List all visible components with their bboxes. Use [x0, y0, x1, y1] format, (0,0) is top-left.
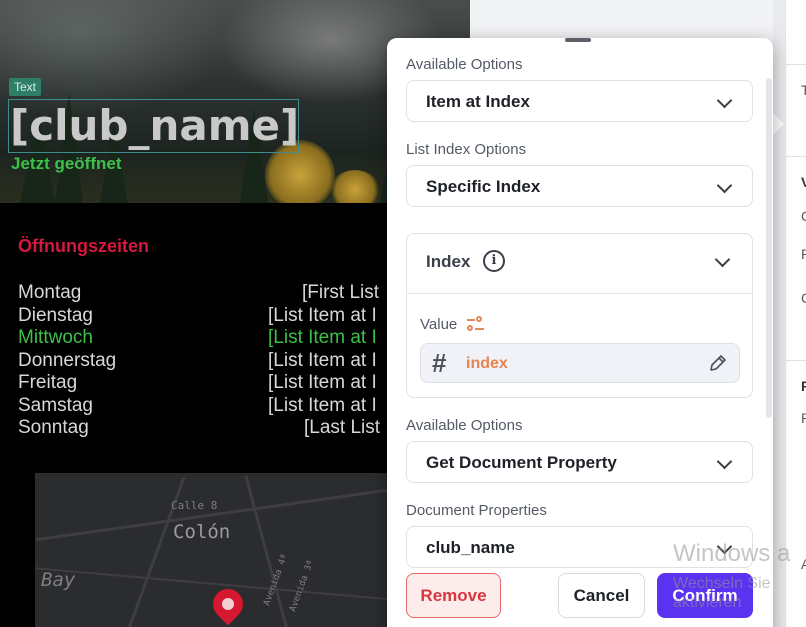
- hours-value: [Last List: [304, 417, 381, 438]
- panel-text-fragment: C: [801, 208, 806, 224]
- panel-text-fragment: P: [801, 410, 806, 426]
- hours-row-sunday[interactable]: Sonntag [Last List: [18, 417, 388, 440]
- hours-row-tuesday[interactable]: Dienstag [List Item at I: [18, 305, 388, 328]
- autumn-tree: [330, 170, 380, 203]
- edit-pencil-icon[interactable]: [708, 353, 728, 373]
- divider: [786, 156, 806, 157]
- day-label: Samstag: [18, 394, 93, 416]
- panel-text-fragment: C: [801, 290, 806, 306]
- document-properties-label: Document Properties: [406, 502, 547, 519]
- map-label: Calle 8: [171, 499, 218, 512]
- info-icon[interactable]: i: [483, 250, 505, 272]
- chevron-down-icon: [716, 92, 733, 109]
- hours-value: [List Item at I: [268, 372, 377, 393]
- hours-value: [List Item at I: [268, 304, 377, 326]
- hours-row-friday[interactable]: Freitag [List Item at I: [18, 372, 388, 395]
- select-value: Item at Index: [426, 92, 530, 111]
- select-value: Get Document Property: [426, 453, 617, 472]
- map-pin-icon[interactable]: [206, 582, 250, 626]
- available-options-select[interactable]: Item at Index: [406, 80, 753, 122]
- map-label: Avenida 3ª: [288, 558, 317, 614]
- map-label: Bay: [41, 569, 76, 591]
- hours-row-thursday[interactable]: Donnerstag [List Item at I: [18, 350, 388, 373]
- panel-text-fragment: V: [801, 174, 806, 190]
- popover-arrow: [772, 112, 784, 136]
- properties-sidebar: T V C P C P P A: [785, 0, 806, 627]
- select-value: Specific Index: [426, 177, 541, 196]
- chevron-down-icon: [716, 453, 733, 470]
- hours-value: [List Item at I: [268, 327, 377, 348]
- hours-row-wednesday[interactable]: Mittwoch [List Item at I: [18, 327, 388, 350]
- index-binding-value: index: [466, 355, 508, 372]
- chevron-down-icon[interactable]: [714, 251, 731, 268]
- select-value: club_name: [426, 538, 515, 557]
- data-binding-popover: Available Options Item at Index List Ind…: [387, 38, 773, 627]
- available-options-label: Available Options: [406, 56, 523, 73]
- list-index-options-select[interactable]: Specific Index: [406, 165, 753, 207]
- hours-value: [List Item at I: [268, 349, 377, 371]
- panel-text-fragment: T: [801, 82, 806, 98]
- day-label: Freitag: [18, 372, 78, 393]
- map-label: Colón: [173, 521, 231, 543]
- dynamic-binding-icon[interactable]: [467, 316, 485, 332]
- club-name-text[interactable]: [club_name]: [10, 100, 299, 152]
- panel-text-fragment: P: [801, 246, 806, 262]
- index-card: Index i Value # index: [406, 233, 753, 398]
- watermark-line: aktivieren: [673, 594, 742, 611]
- day-label: Sonntag: [18, 417, 89, 438]
- cancel-button[interactable]: Cancel: [558, 573, 645, 618]
- divider: [786, 360, 806, 361]
- hash-icon: #: [432, 348, 447, 378]
- watermark-line: Wechseln Sie: [673, 575, 771, 592]
- hours-row-saturday[interactable]: Samstag [List Item at I: [18, 395, 388, 418]
- day-label: Mittwoch: [18, 327, 93, 348]
- get-document-property-select[interactable]: Get Document Property: [406, 441, 753, 483]
- available-options-label: Available Options: [406, 417, 523, 434]
- windows-activation-watermark-sub: Wechseln Sie aktivieren: [673, 574, 771, 612]
- day-label: Montag: [18, 282, 82, 303]
- drag-handle[interactable]: [565, 38, 591, 42]
- index-card-header[interactable]: Index i: [407, 234, 752, 294]
- index-title: Index: [426, 252, 471, 271]
- list-index-options-label: List Index Options: [406, 141, 527, 158]
- hours-value: [List Item at I: [268, 394, 377, 416]
- panel-text-fragment: A: [801, 556, 806, 572]
- panel-text-fragment: P: [801, 378, 806, 394]
- map-widget[interactable]: Calle 8 Colón Bay Avenida 4ª Avenida 3ª: [35, 473, 395, 627]
- popover-scrollbar[interactable]: [766, 78, 772, 418]
- chevron-down-icon: [716, 177, 733, 194]
- hours-title[interactable]: Öffnungszeiten: [18, 236, 149, 257]
- day-label: Dienstag: [18, 304, 93, 326]
- index-value-field[interactable]: # index: [420, 343, 740, 383]
- day-label: Donnerstag: [18, 349, 117, 371]
- hours-list: Montag [First List Dienstag [List Item a…: [18, 282, 388, 440]
- text-element-badge: Text: [9, 78, 42, 96]
- divider: [786, 64, 806, 65]
- value-label: Value: [420, 316, 458, 333]
- panel-scroll-track[interactable]: [773, 0, 785, 627]
- hours-row-monday[interactable]: Montag [First List: [18, 282, 388, 305]
- windows-activation-watermark: Windows a: [673, 540, 791, 567]
- remove-button[interactable]: Remove: [406, 573, 501, 618]
- hours-value: [First List: [302, 282, 380, 303]
- open-status-text[interactable]: Jetzt geöffnet: [11, 154, 122, 174]
